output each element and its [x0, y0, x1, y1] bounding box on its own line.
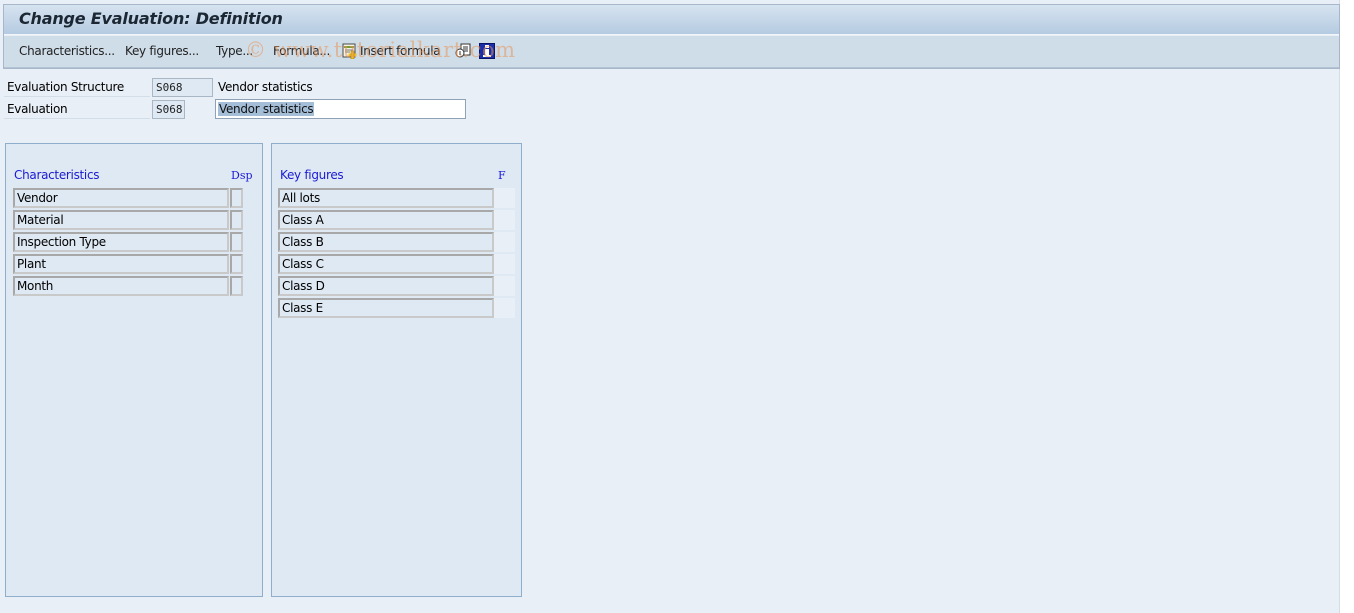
characteristics-heading: Characteristics [14, 168, 100, 182]
f-cell[interactable] [494, 298, 515, 318]
key-figures-group: Key figures F All lots Class A Class B C… [271, 143, 522, 597]
f-cell[interactable] [494, 232, 515, 252]
insert-formula-button[interactable]: Insert formula [360, 44, 441, 58]
dsp-checkbox[interactable] [230, 254, 243, 274]
characteristic-row[interactable]: Vendor [13, 188, 229, 208]
dsp-checkbox[interactable] [230, 188, 243, 208]
formula-button[interactable]: Formula... [273, 44, 330, 58]
eval-structure-code: S068 [152, 78, 213, 97]
evaluation-text-input[interactable]: Vendor statistics [215, 99, 466, 119]
info-icon[interactable] [479, 43, 495, 59]
sap-window: Change Evaluation: Definition Characteri… [0, 0, 1340, 613]
characteristic-row[interactable]: Inspection Type [13, 232, 229, 252]
key-figure-row[interactable]: All lots [278, 188, 494, 208]
application-toolbar: Characteristics... Key figures... Type..… [4, 36, 1339, 68]
key-figures-heading: Key figures [280, 168, 344, 182]
characteristic-row[interactable]: Material [13, 210, 229, 230]
dsp-checkbox[interactable] [230, 210, 243, 230]
dsp-checkbox[interactable] [230, 232, 243, 252]
type-button[interactable]: Type... [216, 44, 253, 58]
eval-structure-label: Evaluation Structure [4, 77, 150, 97]
key-figures-button[interactable]: Key figures... [125, 44, 199, 58]
dsp-checkbox[interactable] [230, 276, 243, 296]
characteristics-group: Characteristics Dsp Vendor Material Insp… [5, 143, 263, 597]
evaluation-text-value: Vendor statistics [218, 102, 315, 116]
title-bar: Change Evaluation: Definition [4, 5, 1339, 35]
insert-formula-icon[interactable] [342, 43, 358, 60]
page-title: Change Evaluation: Definition [19, 9, 283, 28]
characteristic-row[interactable]: Month [13, 276, 229, 296]
f-cell[interactable] [494, 276, 515, 296]
dsp-heading: Dsp [231, 169, 253, 182]
f-heading: F [498, 169, 506, 182]
f-cell[interactable] [494, 188, 515, 208]
eval-structure-text: Vendor statistics [218, 80, 313, 94]
f-cell[interactable] [494, 254, 515, 274]
characteristic-row[interactable]: Plant [13, 254, 229, 274]
key-figure-row[interactable]: Class E [278, 298, 494, 318]
characteristics-button[interactable]: Characteristics... [19, 44, 115, 58]
evaluation-code: S068 [152, 100, 185, 119]
evaluation-label: Evaluation [4, 99, 150, 119]
key-figure-row[interactable]: Class D [278, 276, 494, 296]
key-figure-row[interactable]: Class C [278, 254, 494, 274]
where-used-icon[interactable] [455, 43, 471, 59]
key-figure-row[interactable]: Class A [278, 210, 494, 230]
f-cell[interactable] [494, 210, 515, 230]
key-figure-row[interactable]: Class B [278, 232, 494, 252]
